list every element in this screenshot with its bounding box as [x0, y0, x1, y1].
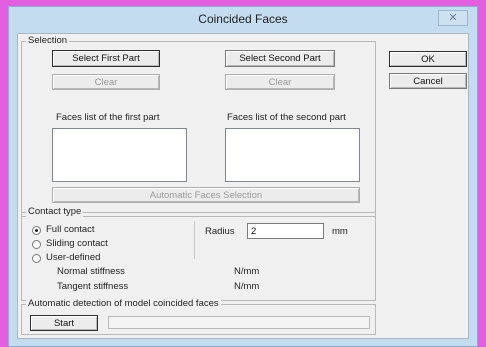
tangent-stiffness-unit: N/mm	[234, 281, 260, 292]
close-icon[interactable]: ✕	[438, 10, 468, 26]
first-part-list-label: Faces list of the first part	[56, 112, 160, 123]
cancel-button[interactable]: Cancel	[389, 73, 467, 89]
full-contact-radio[interactable]	[32, 226, 41, 235]
radius-input[interactable]	[247, 223, 324, 239]
first-part-faces-list[interactable]	[52, 128, 187, 182]
sliding-contact-radio[interactable]	[32, 240, 41, 249]
user-defined-label[interactable]: User-defined	[46, 252, 100, 264]
radius-label: Radius	[205, 226, 235, 237]
second-part-list-label: Faces list of the second part	[227, 112, 346, 123]
select-first-part-button[interactable]: Select First Part	[52, 50, 160, 67]
normal-stiffness-label: Normal stiffness	[57, 266, 125, 277]
detection-progress-bar	[108, 316, 370, 329]
user-defined-radio[interactable]	[32, 254, 41, 263]
dialog-client-area: Selection Select First Part Select Secon…	[17, 33, 469, 339]
coincided-faces-dialog: Coincided Faces ✕ Selection Select First…	[8, 6, 478, 347]
select-second-part-button[interactable]: Select Second Part	[225, 50, 335, 67]
tangent-stiffness-label: Tangent stiffness	[57, 281, 129, 292]
auto-detection-group: Automatic detection of model coincided f…	[21, 298, 376, 335]
sliding-contact-label[interactable]: Sliding contact	[46, 238, 108, 250]
clear-second-button[interactable]: Clear	[225, 74, 335, 90]
radius-unit-label: mm	[332, 226, 348, 237]
dialog-title: Coincided Faces	[198, 12, 288, 26]
full-contact-label[interactable]: Full contact	[46, 224, 95, 236]
selection-group: Selection Select First Part Select Secon…	[21, 35, 376, 217]
second-part-faces-list[interactable]	[225, 128, 360, 182]
selection-group-label: Selection	[26, 35, 70, 47]
auto-detection-group-label: Automatic detection of model coincided f…	[26, 298, 221, 310]
automatic-faces-selection-button[interactable]: Automatic Faces Selection	[52, 187, 360, 203]
normal-stiffness-unit: N/mm	[234, 266, 260, 277]
contact-type-group: Contact type Full contact Sliding contac…	[21, 206, 376, 301]
ok-button[interactable]: OK	[389, 51, 467, 67]
clear-first-button[interactable]: Clear	[52, 74, 160, 90]
contact-type-group-label: Contact type	[26, 206, 84, 218]
start-button[interactable]: Start	[30, 315, 98, 331]
contact-divider	[194, 221, 195, 259]
